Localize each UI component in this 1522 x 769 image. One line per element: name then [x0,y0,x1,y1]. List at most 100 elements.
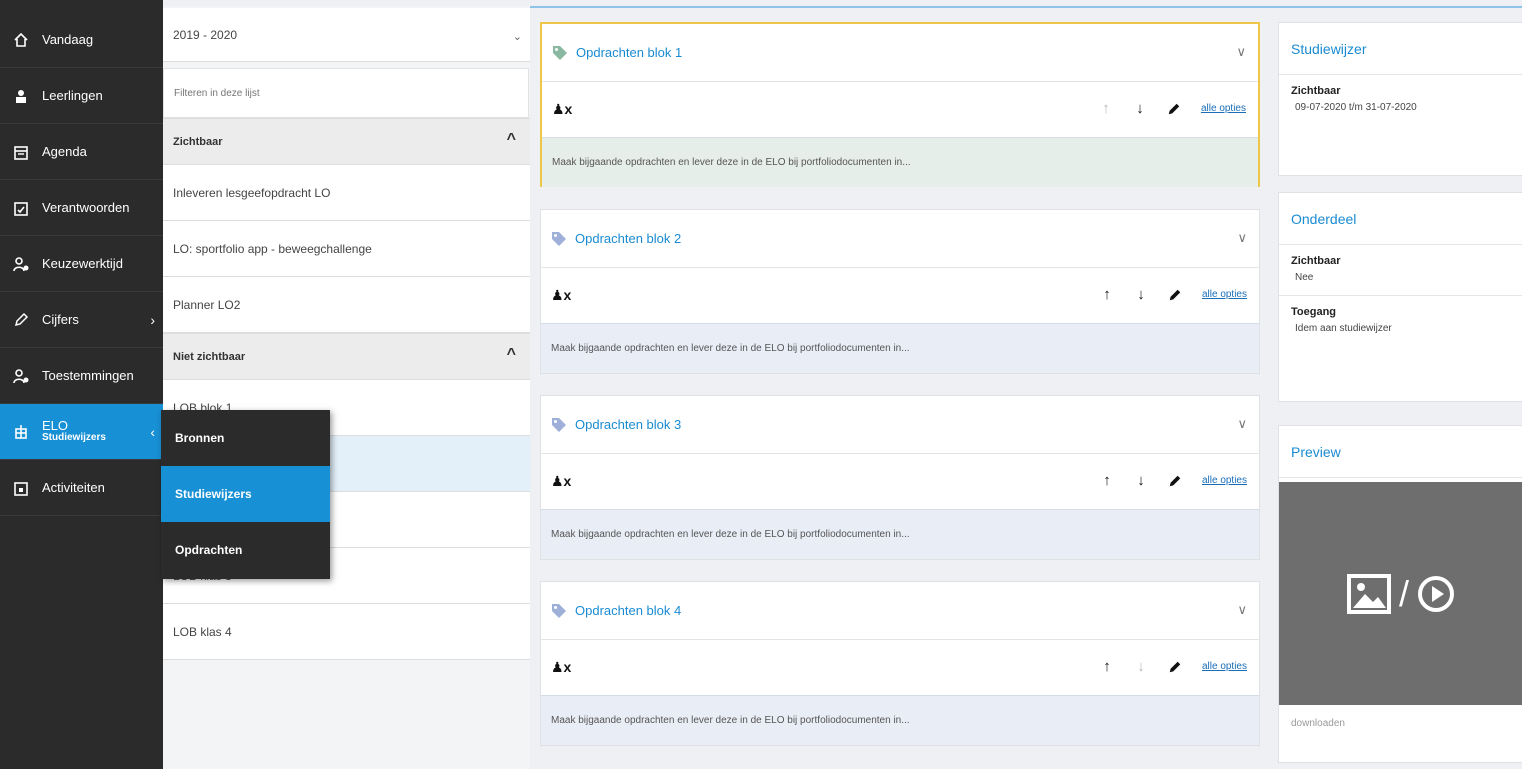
section-title: Zichtbaar [173,135,223,148]
chevron-right-icon: › [150,311,155,328]
pencil-icon[interactable] [1168,474,1182,488]
list-empty-space [163,660,530,769]
filter-input[interactable] [163,68,529,118]
studiewijzer-panel: Studiewijzer Zichtbaar 09-07-2020 t/m 31… [1278,22,1522,176]
sidebar-item-activiteiten[interactable]: Activiteiten [0,460,163,516]
sidebar-item-toestemmingen[interactable]: Toestemmingen [0,348,163,404]
home-icon [12,31,30,49]
sidebar-item-verantwoorden[interactable]: Verantwoorden [0,180,163,236]
card-description: Maak bijgaande opdrachten en lever deze … [542,137,1258,187]
year-select[interactable]: 2019 - 2020 ⌄ [163,8,530,62]
chevron-down-icon[interactable]: ∨ [1237,602,1247,618]
user-remove-icon[interactable]: ♟x [551,659,571,676]
arrow-down-icon[interactable]: ↓ [1134,472,1148,489]
elo-icon [12,423,30,441]
chevron-down-icon[interactable]: ∨ [1237,416,1247,432]
section-header-zichtbaar[interactable]: Zichtbaar ^ [163,118,530,165]
field-label: Zichtbaar [1291,255,1341,267]
menu-item-label: Studiewijzers [175,487,252,501]
sidebar-item-cijfers[interactable]: Cijfers › [0,292,163,348]
card-title: Opdrachten blok 1 [576,45,683,60]
download-link[interactable]: downloaden [1291,718,1345,729]
panel-title: Studiewijzer [1279,23,1522,75]
assignment-card: Opdrachten blok 3 ∨ ♟x ↑ ↓ alle opties M… [540,395,1260,560]
card-title: Opdrachten blok 2 [575,231,682,246]
sidebar-item-label: Toestemmingen [42,368,134,383]
chevron-down-icon[interactable]: ∨ [1236,44,1246,60]
pencil-icon[interactable] [1168,660,1182,674]
sidebar-item-label: Cijfers [42,312,79,327]
all-options-link[interactable]: alle opties [1202,475,1247,486]
arrow-up-icon[interactable]: ↑ [1100,658,1114,675]
sidebar-item-agenda[interactable]: Agenda [0,124,163,180]
tag-icon [552,603,566,618]
all-options-link[interactable]: alle opties [1201,103,1246,114]
sidebar: Vandaag Leerlingen Agenda Verantwoorden … [0,0,163,769]
arrow-up-icon[interactable]: ↑ [1100,472,1114,489]
list-item[interactable]: Planner LO2 [163,277,530,333]
card-toolbar: ♟x ↑ ↓ alle opties [541,640,1259,695]
user-remove-icon[interactable]: ♟x [551,287,571,304]
preview-area[interactable]: / [1279,482,1522,705]
chevron-down-icon[interactable]: ∨ [1237,230,1247,246]
pencil-icon[interactable] [1168,288,1182,302]
chevron-up-icon[interactable]: ^ [507,131,516,149]
card-title: Opdrachten blok 4 [575,603,682,618]
card-description: Maak bijgaande opdrachten en lever deze … [541,509,1259,559]
calendar-icon [12,143,30,161]
field-value: 09-07-2020 t/m 31-07-2020 [1295,102,1417,113]
chevron-up-icon[interactable]: ^ [507,346,516,364]
sidebar-item-vandaag[interactable]: Vandaag [0,12,163,68]
field-value: Nee [1295,272,1314,283]
sidebar-item-label: Verantwoorden [42,200,130,215]
sidebar-item-label: Keuzewerktijd [42,256,123,271]
elo-flyout-menu: Bronnen Studiewijzers Opdrachten [161,410,330,579]
chevron-down-icon: ⌄ [512,31,522,43]
user-remove-icon[interactable]: ♟x [552,101,572,118]
assignment-card: Opdrachten blok 2 ∨ ♟x ↑ ↓ alle opties M… [540,209,1260,374]
list-item-label: Inleveren lesgeefopdracht LO [173,185,331,200]
arrow-down-icon[interactable]: ↓ [1133,100,1147,117]
card-header[interactable]: Opdrachten blok 3 ∨ [541,396,1259,454]
card-header[interactable]: Opdrachten blok 1 ∨ [542,24,1258,82]
arrow-up-icon[interactable]: ↑ [1099,100,1113,117]
chevron-left-icon: ‹ [150,423,155,440]
arrow-down-icon[interactable]: ↓ [1134,286,1148,303]
list-item[interactable]: LO: sportfolio app - beweegchallenge [163,221,530,277]
sidebar-item-label: Activiteiten [42,480,105,495]
card-toolbar: ♟x ↑ ↓ alle opties [541,268,1259,323]
students-icon [12,87,30,105]
sidebar-item-label: ELO [42,417,69,433]
card-header[interactable]: Opdrachten blok 2 ∨ [541,210,1259,268]
tag-icon [552,231,566,246]
all-options-link[interactable]: alle opties [1202,289,1247,300]
card-toolbar: ♟x ↑ ↓ alle opties [541,454,1259,509]
check-calendar-icon [12,199,30,217]
arrow-down-icon[interactable]: ↓ [1134,658,1148,675]
details-panel: Studiewijzer Zichtbaar 09-07-2020 t/m 31… [1270,8,1522,769]
pencil-icon[interactable] [1167,102,1181,116]
field-label: Toegang [1291,306,1337,318]
menu-item-opdrachten[interactable]: Opdrachten [161,522,330,578]
menu-item-bronnen[interactable]: Bronnen [161,410,330,466]
user-remove-icon[interactable]: ♟x [551,473,571,490]
section-title: Niet zichtbaar [173,350,246,363]
list-item[interactable]: Inleveren lesgeefopdracht LO [163,165,530,221]
list-item-label: Planner LO2 [173,297,241,312]
sidebar-item-keuzewerktijd[interactable]: Keuzewerktijd [0,236,163,292]
all-options-link[interactable]: alle opties [1202,661,1247,672]
field-label: Zichtbaar [1291,85,1341,97]
field-value: Idem aan studiewijzer [1295,323,1392,334]
sidebar-item-label: Vandaag [42,32,94,47]
panel-title: Onderdeel [1279,193,1522,245]
menu-item-studiewijzers[interactable]: Studiewijzers [161,466,330,522]
preview-panel: Preview / downloaden [1278,425,1522,763]
user-check-icon [12,367,30,385]
section-header-niet-zichtbaar[interactable]: Niet zichtbaar ^ [163,333,530,380]
list-item[interactable]: LOB klas 4 [163,604,530,660]
sidebar-item-leerlingen[interactable]: Leerlingen [0,68,163,124]
arrow-up-icon[interactable]: ↑ [1100,286,1114,303]
sidebar-item-elo[interactable]: ELO Studiewijzers ‹ [0,404,163,460]
card-header[interactable]: Opdrachten blok 4 ∨ [541,582,1259,640]
main-content: Opdrachten blok 1 ∨ ♟x ↑ ↓ alle opties M… [530,8,1270,769]
